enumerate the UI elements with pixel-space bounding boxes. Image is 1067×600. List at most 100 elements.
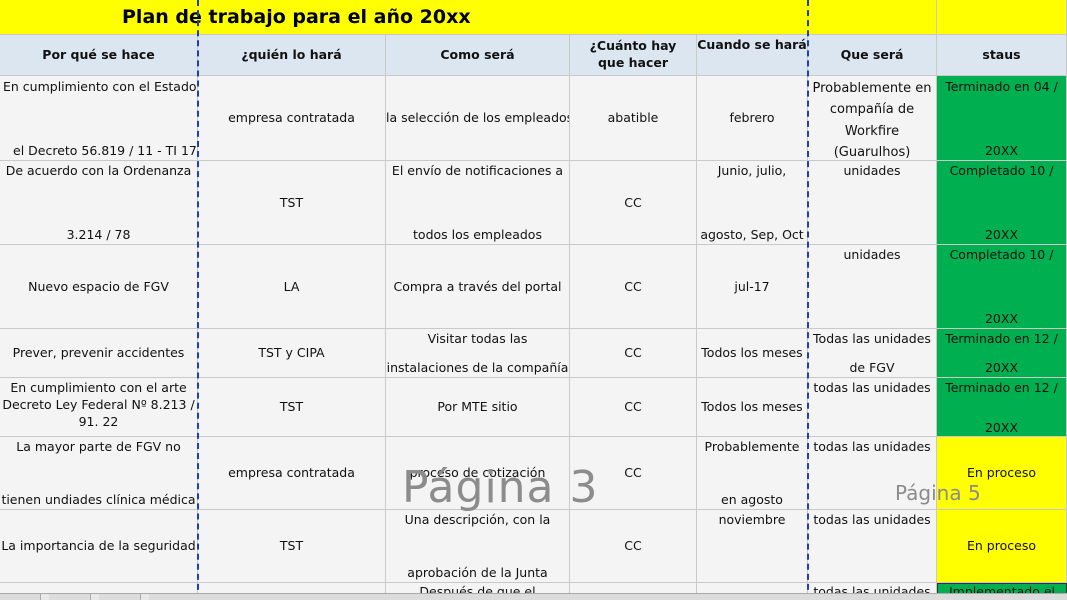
table-cell[interactable]: En cumplimiento con el arte Decreto Ley … bbox=[0, 378, 198, 437]
status-text: En proceso bbox=[967, 538, 1036, 553]
table-cell[interactable]: jul-17 bbox=[697, 245, 808, 329]
status-cell[interactable]: Completado 10 / 20XX bbox=[937, 161, 1067, 245]
table-cell[interactable]: Junio, julio, agosto, Sep, Oct bbox=[697, 161, 808, 245]
table-cell[interactable]: CC bbox=[570, 329, 697, 378]
cell-text: TST bbox=[279, 194, 304, 210]
sheet-tab-bar[interactable] bbox=[0, 593, 1067, 600]
table-cell[interactable]: TST bbox=[198, 378, 386, 437]
cell-text: Probablemente en bbox=[812, 81, 932, 96]
cell-text: (Guarulhos) bbox=[833, 145, 911, 160]
cell-text: Prever, prevenir accidentes bbox=[12, 345, 185, 360]
page-break-line bbox=[197, 0, 199, 600]
table-cell[interactable]: LA bbox=[198, 245, 386, 329]
sheet-tab[interactable] bbox=[90, 594, 99, 600]
cell-text: De acuerdo con la Ordenanza bbox=[5, 163, 192, 178]
status-cell[interactable]: Completado 10 / 20XX bbox=[937, 245, 1067, 329]
cell-text: instalaciones de la compañía bbox=[386, 360, 569, 375]
table-cell[interactable]: todas las unidades bbox=[808, 378, 937, 437]
table-cell[interactable]: Todos los meses bbox=[697, 329, 808, 378]
cell-text: agosto, Sep, Oct bbox=[700, 227, 804, 242]
table-cell[interactable]: La importancia de la seguridad bbox=[0, 510, 198, 583]
cell-text: La importancia de la seguridad bbox=[1, 538, 196, 553]
table-cell[interactable]: la selección de los empleados bbox=[386, 76, 570, 161]
header-label: ¿quién lo hará bbox=[241, 46, 342, 62]
table-cell[interactable]: Probablemente en compañía de Workfire (G… bbox=[808, 76, 937, 161]
cell-text: Probablemente bbox=[704, 439, 800, 454]
table-cell[interactable]: La mayor parte de FGV no tienen undiades… bbox=[0, 437, 198, 510]
cell-text: todas las unidades bbox=[813, 380, 931, 395]
status-text: 20XX bbox=[984, 420, 1019, 435]
table-cell[interactable]: Todos los meses bbox=[697, 378, 808, 437]
table-cell[interactable]: En cumplimiento con el Estado el Decreto… bbox=[0, 76, 198, 161]
page-break-line bbox=[807, 0, 809, 600]
cell-text: CC bbox=[624, 194, 642, 210]
table-cell[interactable]: De acuerdo con la Ordenanza 3.214 / 78 bbox=[0, 161, 198, 245]
header-que[interactable]: Que será bbox=[808, 35, 937, 76]
cell-text: empresa contratada bbox=[228, 465, 355, 480]
header-cuanto[interactable]: ¿Cuánto hay que hacer bbox=[570, 35, 697, 76]
table-cell[interactable]: noviembre bbox=[697, 510, 808, 583]
table-cell[interactable]: unidades bbox=[808, 161, 937, 245]
cell-text: TST bbox=[279, 399, 304, 414]
header-quien[interactable]: ¿quién lo hará bbox=[198, 35, 386, 76]
table-cell[interactable]: Nuevo espacio de FGV bbox=[0, 245, 198, 329]
table-cell[interactable]: Probablemente en agosto bbox=[697, 437, 808, 510]
status-text: Terminado en 04 / bbox=[945, 79, 1058, 94]
header-por-que[interactable]: Por qué se hace bbox=[0, 35, 198, 76]
cell-text: 91. 22 bbox=[78, 414, 119, 429]
table-cell[interactable]: Compra a través del portal bbox=[386, 245, 570, 329]
cell-text: tienen undiades clínica médica bbox=[1, 492, 196, 507]
table-cell[interactable]: El envío de notificaciones a todos los e… bbox=[386, 161, 570, 245]
cell-text: unidades bbox=[843, 247, 901, 262]
table-cell[interactable]: unidades bbox=[808, 245, 937, 329]
status-cell[interactable]: Terminado en 04 / 20XX bbox=[937, 76, 1067, 161]
header-status[interactable]: staus bbox=[937, 35, 1067, 76]
status-text: Completado 10 / bbox=[949, 163, 1054, 178]
table-cell[interactable]: CC bbox=[570, 245, 697, 329]
table-cell[interactable]: TST bbox=[198, 510, 386, 583]
table-cell[interactable]: TST y CIPA bbox=[198, 329, 386, 378]
table-cell[interactable]: Todas las unidades de FGV bbox=[808, 329, 937, 378]
status-cell[interactable]: Terminado en 12 / 20XX bbox=[937, 329, 1067, 378]
status-text: 20XX bbox=[984, 311, 1019, 326]
cell-text: Visitar todas las bbox=[427, 331, 528, 346]
sheet-tab[interactable] bbox=[140, 594, 149, 600]
cell-text: Una descripción, con la bbox=[404, 512, 551, 527]
status-text: Terminado en 12 / bbox=[945, 331, 1058, 346]
table-cell[interactable]: TST bbox=[198, 161, 386, 245]
table-cell[interactable]: abatible bbox=[570, 76, 697, 161]
table-cell[interactable]: Por MTE sitio bbox=[386, 378, 570, 437]
header-como[interactable]: Como será bbox=[386, 35, 570, 76]
cell-text: abatible bbox=[607, 110, 659, 125]
cell-text: CC bbox=[624, 538, 642, 553]
cell-text: CC bbox=[624, 345, 642, 360]
cell-text: La mayor parte de FGV no bbox=[16, 439, 181, 454]
cell-text: CC bbox=[624, 278, 642, 294]
table-cell[interactable]: todas las unidades bbox=[808, 510, 937, 583]
status-cell[interactable]: En proceso bbox=[937, 510, 1067, 583]
cell-text: de FGV bbox=[849, 360, 895, 375]
cell-text: Junio, julio, bbox=[717, 163, 787, 178]
table-cell[interactable]: Una descripción, con la aprobación de la… bbox=[386, 510, 570, 583]
table-cell[interactable]: CC bbox=[570, 510, 697, 583]
table-cell[interactable]: CC bbox=[570, 378, 697, 437]
header-cuando[interactable]: Cuando se hará bbox=[697, 35, 808, 76]
cell-text: febrero bbox=[729, 110, 775, 125]
sheet-tab[interactable] bbox=[40, 594, 49, 600]
header-label: Como será bbox=[440, 46, 515, 62]
table-cell[interactable]: empresa contratada bbox=[198, 76, 386, 161]
cell-text: compañía de bbox=[829, 102, 915, 117]
table-cell[interactable]: empresa contratada bbox=[198, 437, 386, 510]
cell-text: todos los empleados bbox=[413, 227, 542, 242]
cell-text: Todas las unidades bbox=[813, 331, 931, 346]
cell-text: todas las unidades bbox=[813, 512, 931, 527]
table-cell[interactable]: Prever, prevenir accidentes bbox=[0, 329, 198, 378]
table-cell[interactable]: febrero bbox=[697, 76, 808, 161]
table-cell[interactable]: CC bbox=[570, 161, 697, 245]
status-text: 20XX bbox=[984, 143, 1019, 158]
spreadsheet: Plan de trabajo para el año 20xx Por qué… bbox=[0, 0, 1067, 600]
title-row-status-cell[interactable] bbox=[937, 0, 1067, 35]
status-cell[interactable]: Terminado en 12 / 20XX bbox=[937, 378, 1067, 437]
cell-text: noviembre bbox=[718, 512, 786, 527]
table-cell[interactable]: Visitar todas las instalaciones de la co… bbox=[386, 329, 570, 378]
